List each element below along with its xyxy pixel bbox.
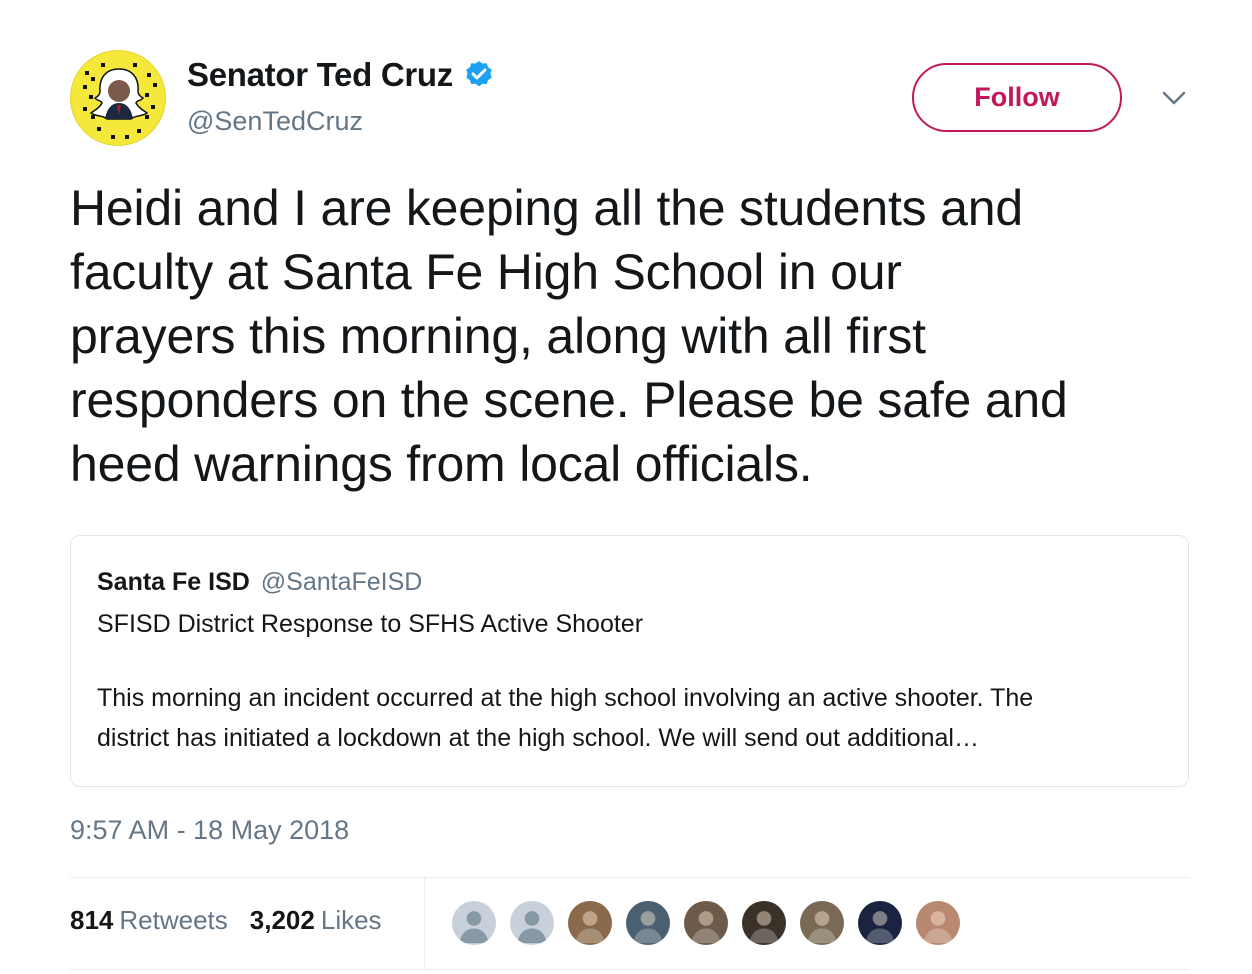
liker-avatars xyxy=(450,899,972,947)
author-display-name[interactable]: Senator Ted Cruz xyxy=(187,56,453,94)
author-avatar[interactable] xyxy=(70,50,166,146)
chevron-down-icon[interactable] xyxy=(1160,84,1188,112)
liker-avatar[interactable] xyxy=(914,899,962,947)
quoted-tweet-body: This morning an incident occurred at the… xyxy=(97,678,1162,758)
profile-photo-icon xyxy=(626,901,670,945)
tweet-text-line: prayers this morning, along with all fir… xyxy=(70,308,926,364)
profile-photo-icon xyxy=(684,901,728,945)
liker-avatar[interactable] xyxy=(798,899,846,947)
default-profile-icon xyxy=(452,901,496,945)
tweet-timestamp[interactable]: 9:57 AM - 18 May 2018 xyxy=(70,815,349,846)
quoted-author-name: Santa Fe ISD xyxy=(97,568,250,596)
default-profile-icon xyxy=(510,901,554,945)
likes-stat[interactable]: 3,202 Likes xyxy=(250,905,382,936)
author-name-row: Senator Ted Cruz xyxy=(187,56,495,94)
snapcode-avatar-icon xyxy=(71,51,165,145)
likes-label: Likes xyxy=(320,905,382,935)
divider xyxy=(70,969,1190,970)
tweet-stats: 814 Retweets 3,202 Likes xyxy=(70,905,382,936)
tweet-text-line: faculty at Santa Fe High School in our xyxy=(70,244,902,300)
divider xyxy=(424,877,425,969)
quoted-body-line: This morning an incident occurred at the… xyxy=(97,684,1034,712)
tweet-text-line: heed warnings from local officials. xyxy=(70,436,813,492)
tweet-text-line: responders on the scene. Please be safe … xyxy=(70,372,1068,428)
tweet-text: Heidi and I are keeping all the students… xyxy=(70,176,1210,496)
liker-avatar[interactable] xyxy=(508,899,556,947)
retweets-stat[interactable]: 814 Retweets xyxy=(70,905,228,936)
quoted-author-handle: @SantaFeISD xyxy=(260,568,423,596)
quoted-body-line: district has initiated a lockdown at the… xyxy=(97,724,979,752)
likes-count: 3,202 xyxy=(249,905,315,935)
profile-photo-icon xyxy=(858,901,902,945)
retweets-count: 814 xyxy=(70,905,114,935)
tweet-text-line: Heidi and I are keeping all the students… xyxy=(70,180,1023,236)
quoted-tweet-card[interactable]: Santa Fe ISD @SantaFeISD SFISD District … xyxy=(70,535,1189,787)
profile-photo-icon xyxy=(916,901,960,945)
liker-avatar[interactable] xyxy=(740,899,788,947)
liker-avatar[interactable] xyxy=(624,899,672,947)
quoted-tweet-title: SFISD District Response to SFHS Active S… xyxy=(97,610,644,638)
profile-photo-icon xyxy=(568,901,612,945)
verified-badge-icon xyxy=(466,61,492,87)
divider xyxy=(70,877,1190,878)
liker-avatar[interactable] xyxy=(682,899,730,947)
liker-avatar[interactable] xyxy=(566,899,614,947)
follow-button[interactable]: Follow xyxy=(912,63,1122,132)
profile-photo-icon xyxy=(742,901,786,945)
profile-photo-icon xyxy=(800,901,844,945)
quoted-tweet-header: Santa Fe ISD @SantaFeISD xyxy=(97,566,1162,598)
liker-avatar[interactable] xyxy=(450,899,498,947)
retweets-label: Retweets xyxy=(119,905,228,935)
liker-avatar[interactable] xyxy=(856,899,904,947)
author-handle[interactable]: @SenTedCruz xyxy=(187,106,363,137)
